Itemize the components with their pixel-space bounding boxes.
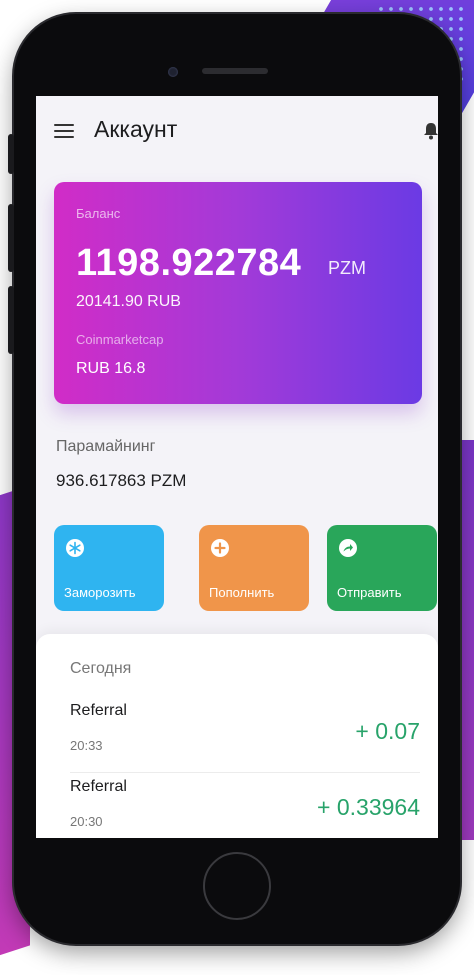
transaction-time: 20:33: [70, 738, 103, 753]
freeze-button-label: Заморозить: [64, 585, 136, 600]
balance-amount: 1198.922784: [76, 242, 302, 284]
send-arrow-icon: [339, 539, 357, 557]
background-decoration-right: [458, 440, 474, 840]
transaction-name: Referral: [70, 778, 127, 795]
balance-currency-unit: PZM: [328, 258, 366, 278]
send-button[interactable]: Отправить: [327, 525, 437, 611]
snowflake-icon: [66, 539, 84, 557]
balance-rub-value: 20141.90 RUB: [76, 293, 181, 310]
earpiece-speaker: [202, 68, 268, 74]
transaction-row[interactable]: Referral 20:33 + 0.07: [70, 702, 420, 773]
transaction-name: Referral: [70, 702, 127, 719]
hamburger-menu-icon[interactable]: [54, 124, 74, 138]
transaction-amount: + 0.07: [355, 718, 420, 744]
coinmarketcap-label: Coinmarketcap: [76, 332, 164, 347]
app-screen: Аккаунт Баланс 1198.922784 PZM 20141.90 …: [36, 96, 438, 838]
freeze-button[interactable]: Заморозить: [54, 525, 164, 611]
balance-card: Баланс 1198.922784 PZM 20141.90 RUB Coin…: [54, 182, 422, 404]
phone-silent-switch: [8, 134, 14, 174]
top-up-button-label: Пополнить: [209, 585, 275, 600]
coinmarketcap-rate: RUB 16.8: [76, 360, 146, 377]
bell-icon[interactable]: [424, 122, 438, 140]
page-title: Аккаунт: [94, 116, 178, 142]
transactions-section-title: Сегодня: [70, 660, 132, 677]
send-button-label: Отправить: [337, 585, 402, 600]
phone-home-button[interactable]: [203, 852, 271, 920]
balance-label: Баланс: [76, 206, 121, 221]
paramining-value: 936.617863 PZM: [56, 471, 187, 490]
transactions-panel: Сегодня Referral 20:33 + 0.07 Referral 2…: [36, 634, 438, 838]
phone-frame: Аккаунт Баланс 1198.922784 PZM 20141.90 …: [8, 14, 460, 944]
transaction-time: 20:30: [70, 814, 103, 829]
phone-volume-down-button: [8, 286, 14, 354]
app-header: Аккаунт: [36, 96, 438, 166]
top-up-button[interactable]: Пополнить: [199, 525, 309, 611]
transaction-amount: + 0.33964: [317, 794, 420, 820]
plus-circle-icon: [211, 539, 229, 557]
phone-volume-up-button: [8, 204, 14, 272]
paramining-label: Парамайнинг: [56, 438, 156, 455]
front-camera: [168, 67, 178, 77]
transaction-row[interactable]: Referral 20:30 + 0.33964: [70, 778, 420, 838]
